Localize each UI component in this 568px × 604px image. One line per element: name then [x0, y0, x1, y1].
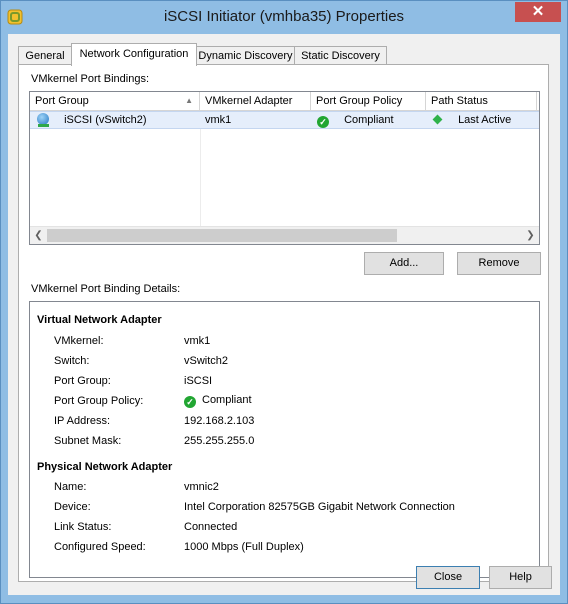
add-button[interactable]: Add... — [364, 252, 444, 275]
network-configuration-panel: VMkernel Port Bindings: Port Group ▲ VMk… — [18, 64, 549, 582]
path-active-diamond-icon — [432, 114, 443, 125]
port-group-cell: iSCSI (vSwitch2) — [37, 112, 147, 130]
policy-value: Compliant — [344, 114, 394, 126]
detail-value: vmk1 — [184, 335, 211, 347]
detail-value: Compliant — [202, 394, 252, 406]
detail-label: Port Group Policy: — [54, 395, 144, 407]
sort-ascending-icon: ▲ — [185, 96, 193, 105]
detail-policy-value: ✓ Compliant — [184, 394, 252, 408]
table-row[interactable]: iSCSI (vSwitch2) vmk1 ✓ Compliant Last A… — [30, 111, 539, 129]
policy-cell: ✓ Compliant — [317, 112, 394, 130]
detail-label: Port Group: — [54, 375, 111, 387]
compliant-check-icon: ✓ — [317, 116, 329, 128]
path-status-cell: Last Active — [432, 112, 511, 130]
tab-network-configuration[interactable]: Network Configuration — [71, 43, 197, 66]
table-header: Port Group ▲ VMkernel Adapter Port Group… — [30, 92, 539, 111]
physical-adapter-heading: Physical Network Adapter — [37, 461, 173, 473]
tab-dynamic-discovery[interactable]: Dynamic Discovery — [196, 46, 295, 65]
path-status-value: Last Active — [458, 114, 512, 126]
detail-label: Link Status: — [54, 521, 112, 533]
scrollbar-thumb[interactable] — [47, 229, 397, 242]
detail-value: Intel Corporation 82575GB Gigabit Networ… — [184, 501, 455, 513]
column-header-port-group[interactable]: Port Group ▲ — [30, 92, 200, 110]
compliant-check-icon: ✓ — [184, 396, 196, 408]
horizontal-scrollbar[interactable]: ❮ ❯ — [30, 226, 539, 244]
port-group-value: iSCSI (vSwitch2) — [64, 114, 147, 126]
detail-label: Subnet Mask: — [54, 435, 122, 447]
scroll-right-icon[interactable]: ❯ — [522, 227, 539, 244]
help-button[interactable]: Help — [489, 566, 552, 589]
tab-static-discovery[interactable]: Static Discovery — [294, 46, 387, 65]
binding-details-label: VMkernel Port Binding Details: — [31, 283, 181, 295]
detail-label: Switch: — [54, 355, 90, 367]
detail-value: vSwitch2 — [184, 355, 229, 367]
detail-value: Connected — [184, 521, 238, 533]
detail-label: Configured Speed: — [54, 541, 146, 553]
binding-details-box: Virtual Network Adapter VMkernel: vmk1 S… — [29, 301, 540, 578]
port-bindings-label: VMkernel Port Bindings: — [31, 73, 149, 85]
title-bar[interactable]: iSCSI Initiator (vmhba35) Properties ✕ — [1, 1, 567, 33]
column-header-label: Port Group — [35, 95, 89, 107]
remove-button[interactable]: Remove — [457, 252, 541, 275]
port-bindings-table[interactable]: Port Group ▲ VMkernel Adapter Port Group… — [29, 91, 540, 245]
detail-value: 1000 Mbps (Full Duplex) — [184, 541, 304, 553]
detail-label: IP Address: — [54, 415, 111, 427]
detail-value: 255.255.255.0 — [184, 435, 255, 447]
virtual-adapter-heading: Virtual Network Adapter — [37, 314, 162, 326]
scroll-left-icon[interactable]: ❮ — [30, 227, 47, 244]
column-header-port-group-policy[interactable]: Port Group Policy — [311, 92, 426, 110]
close-button[interactable]: Close — [416, 566, 480, 589]
properties-window: iSCSI Initiator (vmhba35) Properties ✕ G… — [0, 0, 568, 604]
detail-label: VMkernel: — [54, 335, 104, 347]
window-title: iSCSI Initiator (vmhba35) Properties — [163, 8, 405, 25]
detail-label: Device: — [54, 501, 91, 513]
detail-label: Name: — [54, 481, 87, 493]
vmkernel-adapter-cell: vmk1 — [205, 114, 232, 126]
window-close-icon[interactable]: ✕ — [515, 2, 561, 22]
port-group-network-icon — [37, 113, 49, 127]
dialog-client: General Network Configuration Dynamic Di… — [8, 34, 560, 595]
detail-value: vmnic2 — [184, 481, 219, 493]
column-header-vmkernel-adapter[interactable]: VMkernel Adapter — [200, 92, 311, 110]
detail-value: iSCSI — [184, 375, 213, 387]
column-header-path-status[interactable]: Path Status — [426, 92, 537, 110]
tab-general[interactable]: General — [18, 46, 72, 65]
detail-value: 192.168.2.103 — [184, 415, 255, 427]
